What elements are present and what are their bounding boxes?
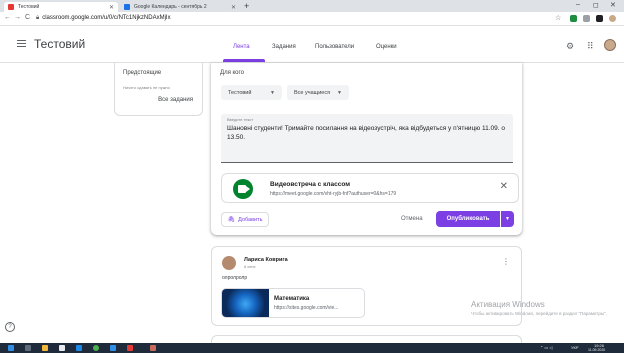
windows-taskbar: ⌃ ▭ ◁ УКР 19:26 11.09.2020 [0, 343, 624, 353]
windows-activation-title: Активация Windows [471, 300, 545, 309]
app-icon[interactable] [150, 345, 156, 351]
browser-tab-title: Тестовий [18, 4, 40, 10]
tab-grades[interactable]: Оценки [376, 44, 397, 50]
profile-avatar-icon[interactable] [609, 15, 616, 22]
class-select-value: Тестовий [228, 89, 252, 96]
remove-attachment-icon[interactable]: ✕ [500, 181, 508, 192]
tray-icons[interactable]: ⌃ ▭ ◁ [540, 345, 552, 350]
attachment-thumbnail [222, 289, 269, 317]
announcement-textarea[interactable]: Введите текст Шановні студенти! Тримайте… [221, 114, 513, 163]
forward-arrow-icon[interactable]: → [14, 14, 21, 21]
mail-icon[interactable] [76, 345, 82, 351]
attachment-title: Математика [274, 296, 310, 302]
announcement-composer: Для кого Тестовий ▼ Все учащиеся ▼ Введи… [211, 63, 522, 235]
address-bar: ← → C 🔒︎ classroom.google.com/u/0/c/NTc1N… [0, 12, 624, 26]
class-select[interactable]: Тестовий ▼ [221, 85, 282, 100]
class-title[interactable]: Тестовий [34, 37, 85, 51]
google-meet-icon [233, 179, 253, 199]
avatar [222, 256, 236, 270]
calendar-favicon-icon [124, 4, 130, 10]
upcoming-card: Предстоящие Ничего сдавать не нужно Все … [114, 63, 203, 116]
lock-icon: 🔒︎ [36, 15, 40, 21]
tray-language[interactable]: УКР [571, 345, 579, 350]
window-close-icon[interactable]: ✕ [610, 1, 616, 9]
task-view-icon[interactable] [25, 345, 31, 351]
upcoming-subtitle: Ничего сдавать не нужно [123, 85, 170, 90]
publish-button[interactable]: Опубликовать [436, 211, 500, 227]
app-icon[interactable] [127, 345, 133, 351]
url-field[interactable]: 🔒︎ classroom.google.com/u/0/c/NTc1NjkzNDA… [36, 15, 171, 22]
for-whom-label: Для кого [220, 70, 244, 76]
textarea-value: Шановні студенти! Тримайте посилання на … [227, 125, 505, 141]
cancel-button[interactable]: Отмена [401, 216, 423, 222]
classroom-header: Тестовий Лента Задания Пользователи Оцен… [0, 27, 624, 63]
attachment-url: https://sites.google.com/vie... [274, 305, 339, 311]
back-arrow-icon[interactable]: ← [4, 14, 11, 21]
gear-icon[interactable]: ⚙ [566, 41, 574, 52]
post-text: олролролр [222, 275, 248, 281]
new-tab-button[interactable]: + [244, 1, 249, 11]
extension-icon[interactable] [583, 15, 590, 22]
caret-down-icon: ▼ [337, 89, 342, 96]
upcoming-title: Предстоящие [123, 70, 162, 76]
url-text: classroom.google.com/u/0/c/NTc1NjkzNDAxM… [42, 15, 171, 21]
textarea-placeholder: Введите текст [227, 117, 254, 122]
app-icon[interactable] [110, 345, 116, 351]
publish-options-caret-icon[interactable]: ▼ [501, 211, 514, 227]
bookmark-star-icon[interactable]: ☆ [555, 14, 561, 22]
windows-start-icon[interactable] [8, 345, 14, 351]
browser-tab-strip: Тестовий ✕ Google Календарь - сентябрь 2… [0, 0, 624, 12]
active-tab-indicator [223, 59, 265, 62]
post-author: Лариса Коврига [244, 257, 288, 263]
extensions-puzzle-icon[interactable] [596, 15, 603, 22]
students-select[interactable]: Все учащиеся ▼ [287, 85, 349, 100]
students-select-value: Все учащиеся [294, 89, 331, 96]
browser-tab-title: Google Календарь - сентябрь 2 [134, 4, 207, 10]
post-attachment[interactable]: Математика https://sites.google.com/vie.… [221, 288, 365, 318]
minimize-icon[interactable]: – [576, 1, 580, 8]
extension-icon[interactable] [570, 15, 577, 22]
browser-tab-classroom[interactable]: Тестовий ✕ [4, 2, 118, 12]
maximize-icon[interactable]: ◻ [593, 1, 599, 9]
close-icon[interactable]: ✕ [109, 4, 114, 11]
add-button[interactable]: 🖇︎ Добавить [221, 212, 269, 227]
reload-icon[interactable]: C [25, 14, 30, 21]
help-icon[interactable]: ? [5, 322, 15, 332]
windows-activation-subtitle: Чтобы активировать Windows, перейдите в … [471, 311, 607, 316]
add-button-label: Добавить [238, 216, 263, 223]
file-explorer-icon[interactable] [42, 345, 48, 351]
post-time: 6 сент. [244, 264, 257, 269]
close-icon[interactable]: ✕ [231, 4, 236, 11]
tray-date[interactable]: 11.09.2020 [588, 348, 605, 352]
attachment-title: Видеовстреча с классом [270, 181, 351, 188]
tab-stream[interactable]: Лента [233, 44, 250, 50]
menu-icon[interactable] [17, 40, 26, 47]
meet-attachment[interactable]: Видеовстреча с классом https://meet.goog… [221, 173, 519, 203]
chrome-icon[interactable] [93, 345, 99, 351]
avatar[interactable] [604, 39, 616, 51]
store-icon[interactable] [59, 345, 65, 351]
caret-down-icon: ▼ [270, 89, 275, 96]
paperclip-icon: 🖇︎ [227, 217, 236, 223]
all-tasks-link[interactable]: Все задания [158, 97, 193, 103]
apps-grid-icon[interactable]: ⠿ [587, 41, 594, 52]
browser-tab-calendar[interactable]: Google Календарь - сентябрь 2 ✕ [120, 2, 240, 12]
tab-people[interactable]: Пользователи [315, 44, 354, 50]
tab-classwork[interactable]: Задания [272, 44, 296, 50]
attachment-url: https://meet.google.com/vht-ryjb-fnf?aut… [270, 191, 397, 197]
more-vert-icon[interactable]: ⋮ [502, 257, 510, 266]
classroom-favicon-icon [8, 4, 14, 10]
